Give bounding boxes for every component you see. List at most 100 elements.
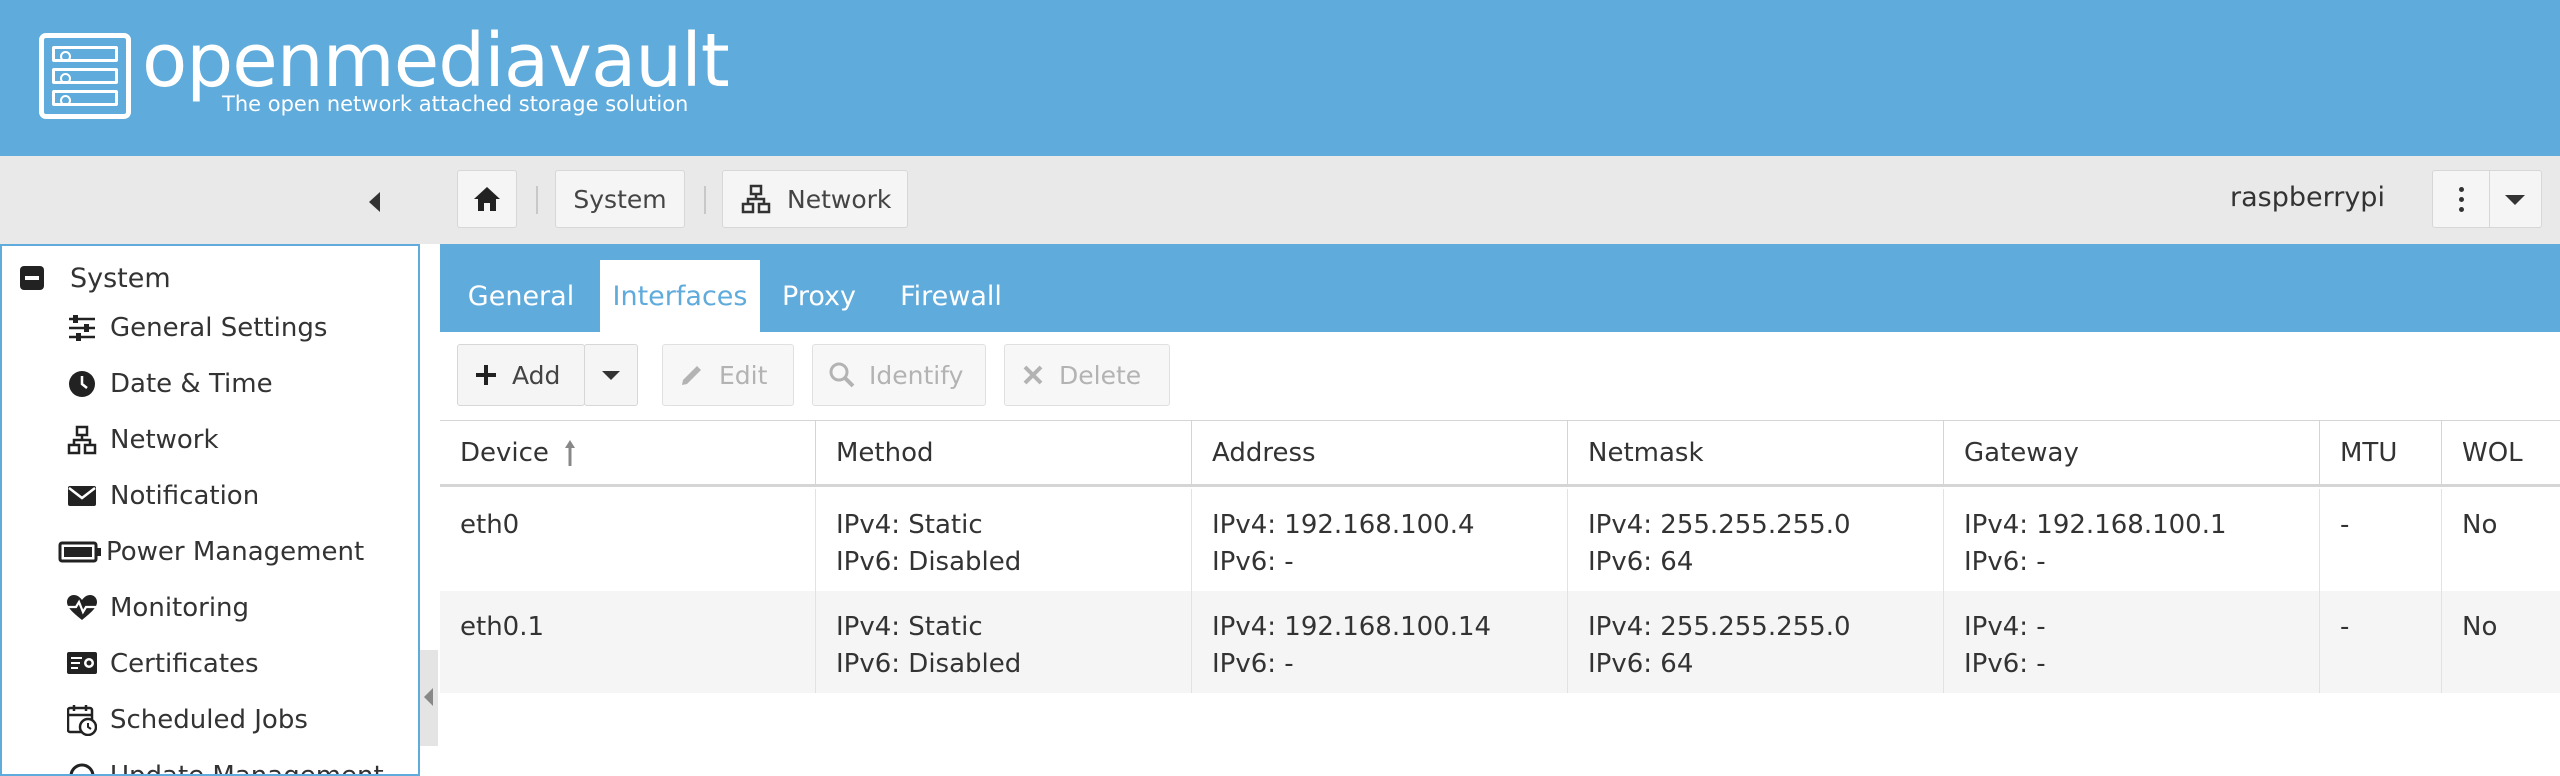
breadcrumb-label: System [573,184,667,214]
tab-label: General [467,280,575,312]
battery-icon [58,536,102,568]
caret-left-icon[interactable] [355,180,395,220]
interfaces-table: Device Method Address Netmask Gateway MT… [440,420,2560,776]
cell-line: IPv6: - [1212,649,1294,679]
sidebar-item-label: Notification [110,481,260,511]
sidebar-item-label: Date & Time [110,369,273,399]
sidebar-item-label: Certificates [110,649,259,679]
sidebar-item-certificates[interactable]: Certificates [66,644,259,684]
column-header-label: Netmask [1588,437,1704,468]
sort-ascending-icon[interactable] [563,438,577,468]
app-header: openmediavault The open network attached… [0,0,2560,156]
add-button[interactable]: Add [457,344,585,406]
cell-line: IPv4: 255.255.255.0 [1588,612,1851,642]
cell-wol: No [2462,510,2498,540]
cell-line: IPv6: 64 [1588,547,1694,577]
breadcrumb-toolbar: System Network raspberrypi [0,156,2560,244]
cell-gateway: IPv4: - IPv6: - [1944,591,2320,693]
close-icon [1021,363,1045,387]
column-header-address[interactable]: Address [1192,421,1568,487]
tab-label: Proxy [782,280,856,312]
kebab-menu-icon[interactable] [2453,187,2469,213]
sidebar-item-label: Power Management [106,537,365,567]
sidebar-item-label: General Settings [110,313,328,343]
table-row[interactable]: eth0 IPv4: Static IPv6: Disabled IPv4: 1… [440,489,2560,591]
column-header-wol[interactable]: WOL [2442,421,2560,487]
sidebar-item-update-management[interactable]: Update Management [66,756,384,774]
home-icon [474,187,500,211]
sliders-icon [66,312,98,344]
cell-line: IPv6: - [1212,547,1294,577]
column-header-gateway[interactable]: Gateway [1944,421,2320,487]
add-dropdown-button[interactable] [584,344,638,406]
cell-wol: No [2462,612,2498,642]
breadcrumb-network[interactable]: Network [722,170,908,228]
edit-button[interactable]: Edit [662,344,794,406]
table-row[interactable]: eth0.1 IPv4: Static IPv6: Disabled IPv4:… [440,591,2560,693]
identify-label: Identify [869,360,964,390]
sidebar-item-network[interactable]: Network [66,420,219,460]
sidebar-item-power-management[interactable]: Power Management [58,532,365,572]
cell-mtu: - [2320,591,2442,693]
cell-netmask: IPv4: 255.255.255.0 IPv6: 64 [1568,591,1944,693]
sidebar-item-label: Scheduled Jobs [110,705,308,735]
column-header-netmask[interactable]: Netmask [1568,421,1944,487]
tab-proxy[interactable]: Proxy [762,260,876,332]
cell-line: IPv6: - [1964,547,2046,577]
cell-line: IPv4: 192.168.100.4 [1212,510,1475,540]
sidebar-item-scheduled-jobs[interactable]: Scheduled Jobs [66,700,308,740]
tab-label: Interfaces [612,280,748,312]
cell-address: IPv4: 192.168.100.14 IPv6: - [1192,591,1568,693]
cell-line: IPv4: 192.168.100.1 [1964,510,2227,540]
sidebar-item-date-time[interactable]: Date & Time [66,364,273,404]
breadcrumb-system[interactable]: System [555,170,685,228]
column-header-label: Method [836,437,934,468]
add-label: Add [512,360,561,390]
tab-bar: General Interfaces Proxy Firewall [440,244,2560,332]
plus-icon [474,363,498,387]
search-icon [829,362,855,388]
cell-line: IPv4: Static [836,510,983,540]
breadcrumb-home-button[interactable] [457,170,517,228]
cell-line: IPv6: Disabled [836,649,1022,679]
column-header-mtu[interactable]: MTU [2320,421,2442,487]
cell-line: IPv4: - [1964,612,2046,642]
caret-down-icon [602,370,620,380]
cell-device: eth0.1 [440,591,816,693]
hostname-label: raspberrypi [2230,182,2385,213]
column-header-label: Gateway [1964,437,2079,468]
tab-general[interactable]: General [440,260,602,332]
tab-label: Firewall [900,280,1002,312]
navigation-sidebar: System General Settings Date & Time Netw… [0,244,420,776]
cell-method: IPv4: Static IPv6: Disabled [816,489,1192,591]
sidebar-item-label: Network [110,425,219,455]
identify-button[interactable]: Identify [812,344,986,406]
cell-line: IPv6: 64 [1588,649,1694,679]
update-icon [66,760,98,774]
cell-device: eth0 [440,489,816,591]
user-menu-button[interactable] [2432,170,2542,228]
column-header-label: MTU [2340,437,2398,468]
heartbeat-icon [66,592,98,624]
edit-label: Edit [719,360,768,390]
network-icon [66,424,98,456]
action-toolbar: Add Edit Identify Delete [440,332,2560,420]
tab-firewall[interactable]: Firewall [876,260,1026,332]
column-header-method[interactable]: Method [816,421,1192,487]
sidebar-collapse-handle[interactable] [420,650,438,746]
sidebar-item-general-settings[interactable]: General Settings [66,308,327,348]
tab-interfaces[interactable]: Interfaces [600,260,760,332]
certificate-icon [66,648,98,680]
cell-gateway: IPv4: 192.168.100.1 IPv6: - [1944,489,2320,591]
delete-button[interactable]: Delete [1004,344,1170,406]
collapse-minus-icon[interactable] [20,266,44,290]
network-icon [741,184,771,214]
sidebar-item-monitoring[interactable]: Monitoring [66,588,249,628]
nav-group-system[interactable]: System [20,260,171,296]
cell-address: IPv4: 192.168.100.4 IPv6: - [1192,489,1568,591]
sidebar-item-notification[interactable]: Notification [66,476,259,516]
cell-line: IPv4: 192.168.100.14 [1212,612,1492,642]
column-header-device[interactable]: Device [440,421,816,487]
caret-down-icon[interactable] [2505,195,2525,205]
sidebar-item-label: Monitoring [110,593,250,623]
